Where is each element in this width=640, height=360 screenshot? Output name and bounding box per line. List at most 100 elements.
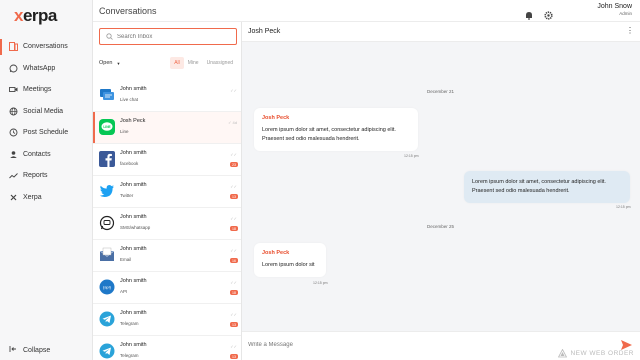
tab-unassigned[interactable]: Unassigned xyxy=(203,57,237,69)
conversation-item[interactable]: John smith Email ✓✓ 16 xyxy=(93,240,241,272)
channel-label: Telegram xyxy=(120,321,139,326)
sidebar-item-contacts[interactable]: Contacts xyxy=(0,144,93,166)
status-filter-dropdown[interactable]: Open ▼ xyxy=(99,60,120,66)
svg-text:{api}: {api} xyxy=(103,285,112,290)
read-receipt: ✓✓ xyxy=(230,248,237,253)
sidebar-item-post-schedule[interactable]: Post Schedule xyxy=(0,122,93,144)
whatsapp-icon xyxy=(9,64,18,73)
conversation-item[interactable]: {api} John smith API ✓✓ 18 xyxy=(93,272,241,304)
sidebar-item-social-media[interactable]: Social Media xyxy=(0,101,93,123)
app-logo[interactable]: xerpa xyxy=(14,6,57,26)
conversation-item[interactable]: John smith SMS/whatsapp ✓✓ 18 xyxy=(93,208,241,240)
sidebar-item-label: Post Schedule xyxy=(23,129,69,137)
tab-all[interactable]: All xyxy=(170,57,184,69)
read-receipt: ✓✓ xyxy=(230,312,237,317)
read-receipt: ✓✓ xyxy=(230,184,237,189)
channel-label: Twitter xyxy=(120,193,134,198)
message-time: 12:15 pm xyxy=(404,154,419,158)
unread-badge: 13 xyxy=(230,322,238,327)
gear-icon[interactable] xyxy=(544,7,553,20)
watermark-logo-icon xyxy=(558,349,568,358)
contact-name: John smith xyxy=(120,310,147,316)
collapse-icon xyxy=(9,345,17,355)
contact-name: John smith xyxy=(120,150,147,156)
sidebar-item-label: Meetings xyxy=(23,86,52,94)
sidebar-item-reports[interactable]: Reports xyxy=(0,165,93,187)
top-header: Conversations John Snow Admin xyxy=(93,0,640,22)
date-separator: December 25 xyxy=(427,224,455,229)
sidebar-item-xerpa[interactable]: Xerpa xyxy=(0,187,93,209)
unread-badge: 13 xyxy=(230,194,238,199)
watermark: NEW WEB ORDER xyxy=(558,349,634,358)
live-chat-icon xyxy=(99,87,115,103)
line-icon: LINE xyxy=(99,119,115,135)
chevron-down-icon: ▼ xyxy=(116,60,121,66)
sidebar-item-label: Xerpa xyxy=(23,193,42,201)
sidebar-item-whatsapp[interactable]: WhatsApp xyxy=(0,58,93,80)
message-time: 12:15 pm xyxy=(616,205,631,209)
search-box[interactable] xyxy=(99,28,237,45)
contact-name: John smith xyxy=(120,278,147,284)
sidebar-item-label: Conversations xyxy=(23,43,68,51)
conversation-item[interactable]: John smith Telegram ✓✓ 13 xyxy=(93,336,241,360)
incoming-message: Josh Peck Lorem ipsum dolor sit amet, co… xyxy=(254,108,418,151)
incoming-message: Josh Peck Lorem ipsum dolor sit xyxy=(254,243,326,277)
channel-label: facebook xyxy=(120,161,139,166)
message-input[interactable] xyxy=(248,342,548,348)
page-title: Conversations xyxy=(99,6,157,16)
clock-icon xyxy=(9,128,18,137)
facebook-icon xyxy=(99,151,115,167)
channel-label: API xyxy=(120,289,128,294)
trend-icon xyxy=(9,171,18,180)
channel-label: SMS/whatsapp xyxy=(120,225,151,230)
contact-name: John smith xyxy=(120,214,147,220)
conversation-item[interactable]: John smith facebook ✓✓ 23 xyxy=(93,144,241,176)
tab-mine[interactable]: Mine xyxy=(184,57,203,69)
xerpa-icon xyxy=(9,193,18,202)
sidebar-item-label: WhatsApp xyxy=(23,64,56,72)
unread-badge: 23 xyxy=(230,162,238,167)
assignment-tabs: All Mine Unassigned xyxy=(170,57,237,69)
channel-label: Live chat xyxy=(120,97,139,102)
api-icon: {api} xyxy=(99,279,115,295)
read-receipt: ✓✓ xyxy=(230,280,237,285)
unread-badge: 16 xyxy=(230,258,238,263)
telegram-icon xyxy=(99,343,115,359)
watermark-text: NEW WEB ORDER xyxy=(570,350,634,357)
conversation-item[interactable]: John smith Telegram ✓✓ 13 xyxy=(93,304,241,336)
telegram-icon xyxy=(99,311,115,327)
sidebar-item-label: Social Media xyxy=(23,107,64,115)
conversations-icon xyxy=(9,42,18,52)
search-icon xyxy=(106,33,113,40)
bell-icon[interactable] xyxy=(525,7,533,20)
channel-label: Telegram xyxy=(120,353,139,358)
collapse-button[interactable]: Collapse xyxy=(9,345,50,355)
outgoing-message: Lorem ipsum dolor sit amet, consectetur … xyxy=(464,171,630,203)
message-text: Lorem ipsum dolor sit xyxy=(262,262,315,268)
message-text: Lorem ipsum dolor sit amet, consectetur … xyxy=(262,127,396,142)
user-name: John Snow xyxy=(597,3,632,10)
contact-name: John smith xyxy=(120,86,147,92)
conversation-item[interactable]: John smith Twitter ✓✓ 13 xyxy=(93,176,241,208)
read-receipt: ✓✓ xyxy=(230,152,237,157)
channel-label: Email xyxy=(120,257,132,262)
read-receipt: ✓✓ xyxy=(230,88,237,93)
search-input[interactable] xyxy=(117,33,227,40)
meetings-icon xyxy=(9,85,18,94)
user-role: Admin xyxy=(619,11,632,16)
user-menu[interactable]: John Snow Admin xyxy=(597,3,632,16)
conversation-item[interactable]: John smith Live chat ✓✓ xyxy=(93,80,241,112)
twitter-icon xyxy=(99,183,115,199)
sidebar: xerpa Conversations WhatsApp Meetings So… xyxy=(0,0,93,360)
chat-header: Josh Peck ⋮ xyxy=(242,22,640,42)
conversation-items: John smith Live chat ✓✓ LINE Josh Peck L… xyxy=(93,80,241,360)
message-text: Lorem ipsum dolor sit amet, consectetur … xyxy=(472,179,606,194)
read-receipt: ✓✓ xyxy=(230,344,237,349)
conversation-item[interactable]: LINE Josh Peck Line ✓ 4d xyxy=(93,112,241,144)
filter-bar: Open ▼ All Mine Unassigned xyxy=(99,56,237,70)
more-options-icon[interactable]: ⋮ xyxy=(626,27,634,35)
read-receipt: ✓ 4d xyxy=(228,120,237,125)
sidebar-item-conversations[interactable]: Conversations xyxy=(0,36,93,58)
sms-whatsapp-icon xyxy=(99,215,115,231)
sidebar-item-meetings[interactable]: Meetings xyxy=(0,79,93,101)
